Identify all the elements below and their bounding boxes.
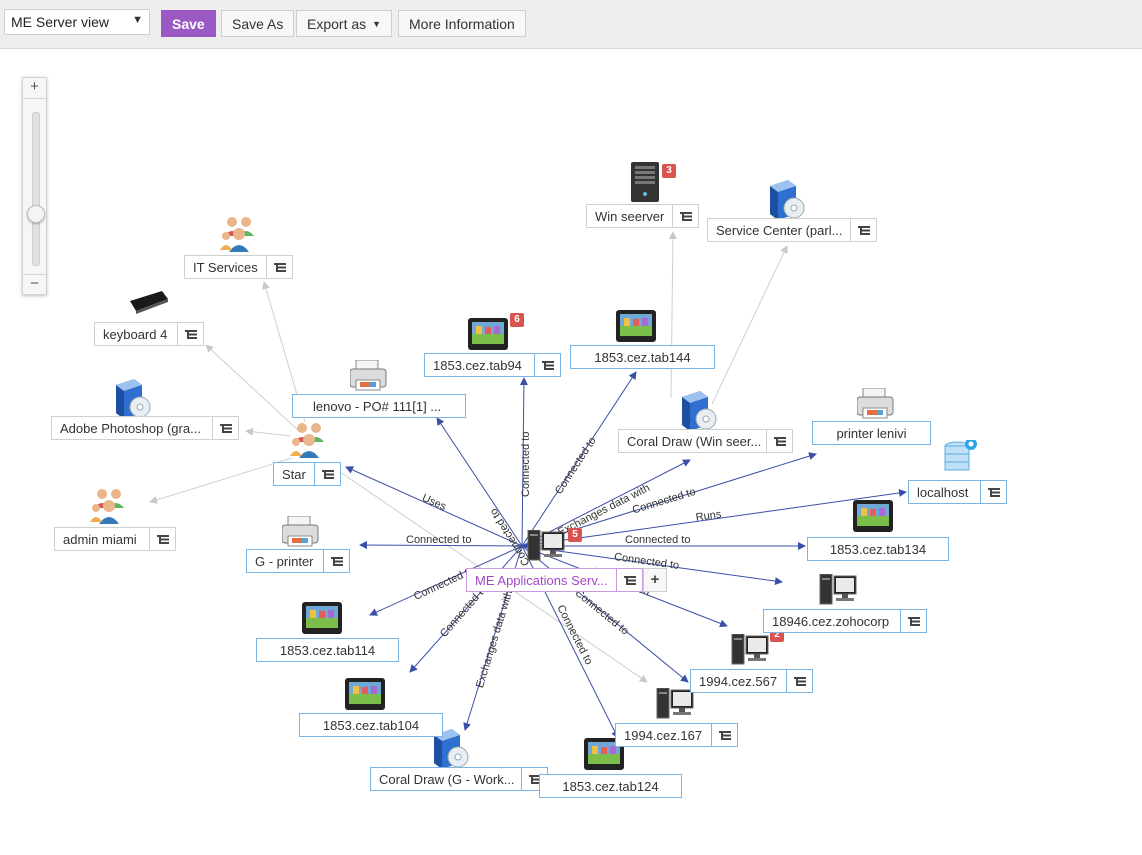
node-tab144[interactable]: 1853.cez.tab144 bbox=[570, 345, 715, 369]
user-group-icon[interactable] bbox=[90, 486, 130, 526]
tree-view-icon[interactable] bbox=[149, 528, 175, 550]
software-box-icon[interactable] bbox=[764, 178, 808, 222]
tree-view-icon[interactable] bbox=[212, 417, 238, 439]
node-label-text: ME Applications Serv... bbox=[475, 572, 608, 588]
node-me-applications-server[interactable]: ME Applications Serv... bbox=[466, 568, 643, 592]
node-label-text: keyboard 4 bbox=[103, 326, 168, 342]
keyboard-icon[interactable] bbox=[128, 289, 170, 317]
node-label-text: 1853.cez.tab124 bbox=[562, 778, 659, 794]
node-tab94[interactable]: 1853.cez.tab94 bbox=[424, 353, 561, 377]
tree-view-icon[interactable] bbox=[534, 354, 560, 376]
node-label-text: printer lenivi bbox=[836, 425, 907, 441]
desktop-computer-icon[interactable] bbox=[818, 574, 858, 606]
node-label-text: Service Center (parl... bbox=[716, 222, 843, 238]
alarm-badge: 5 bbox=[568, 528, 582, 542]
node-label-text: admin miami bbox=[63, 531, 137, 547]
desktop-computer-icon[interactable] bbox=[730, 634, 770, 666]
tree-view-icon[interactable] bbox=[266, 256, 292, 278]
tree-view-icon[interactable] bbox=[314, 463, 340, 485]
node-label-text: Coral Draw (G - Work... bbox=[379, 771, 515, 787]
node-adobe-photoshop[interactable]: Adobe Photoshop (gra... bbox=[51, 416, 239, 440]
node-label-text: IT Services bbox=[193, 259, 258, 275]
tree-view-icon[interactable] bbox=[616, 569, 642, 591]
user-group-icon[interactable] bbox=[290, 420, 330, 460]
database-gear-icon[interactable] bbox=[943, 440, 979, 478]
node-label-text: localhost bbox=[917, 484, 969, 500]
link-faint bbox=[668, 231, 677, 399]
tree-view-icon[interactable] bbox=[672, 205, 698, 227]
printer-icon[interactable] bbox=[857, 388, 897, 420]
link-faint bbox=[711, 245, 788, 405]
node-coral-draw-win[interactable]: Coral Draw (Win seer... bbox=[618, 429, 793, 453]
node-label-text: Coral Draw (Win seer... bbox=[627, 433, 762, 449]
node-tab124[interactable]: 1853.cez.tab124 bbox=[539, 774, 682, 798]
edge-label: Connected to bbox=[406, 534, 472, 546]
alarm-badge: 3 bbox=[662, 164, 676, 178]
tree-view-icon[interactable] bbox=[323, 550, 349, 572]
tablet-icon[interactable] bbox=[616, 310, 656, 342]
node-it-services[interactable]: IT Services bbox=[184, 255, 293, 279]
link-faint bbox=[245, 427, 291, 437]
tablet-icon[interactable] bbox=[468, 318, 508, 350]
node-label-text: 1853.cez.tab114 bbox=[279, 642, 376, 658]
node-label-text: 1994.cez.167 bbox=[624, 727, 703, 743]
node-label-text: 1853.cez.tab134 bbox=[829, 541, 927, 557]
node-printer-lenivi[interactable]: printer lenivi bbox=[812, 421, 931, 445]
alarm-badge: 6 bbox=[510, 313, 524, 327]
node-g-printer[interactable]: G - printer bbox=[246, 549, 350, 573]
expand-node-button[interactable]: + bbox=[643, 568, 667, 592]
tree-view-icon[interactable] bbox=[980, 481, 1006, 503]
node-tab134[interactable]: 1853.cez.tab134 bbox=[807, 537, 949, 561]
node-tab114[interactable]: 1853.cez.tab114 bbox=[256, 638, 399, 662]
tree-view-icon[interactable] bbox=[711, 724, 737, 746]
node-label-text: lenovo - PO# 111[1] ... bbox=[313, 398, 442, 414]
node-keyboard-4[interactable]: keyboard 4 bbox=[94, 322, 204, 346]
tree-view-icon[interactable] bbox=[177, 323, 203, 345]
node-star[interactable]: Star bbox=[273, 462, 341, 486]
node-coral-draw-g[interactable]: Coral Draw (G - Work... bbox=[370, 767, 548, 791]
node-label-text: 1853.cez.tab94 bbox=[433, 357, 522, 373]
tablet-icon[interactable] bbox=[345, 678, 385, 710]
node-admin-miami[interactable]: admin miami bbox=[54, 527, 176, 551]
printer-icon[interactable] bbox=[350, 360, 390, 392]
node-tab104[interactable]: 1853.cez.tab104 bbox=[299, 713, 443, 737]
node-service-center[interactable]: Service Center (parl... bbox=[707, 218, 877, 242]
tablet-icon[interactable] bbox=[853, 500, 893, 532]
node-label-text: 1853.cez.tab144 bbox=[594, 349, 691, 365]
desktop-computer-icon[interactable] bbox=[526, 530, 566, 562]
tree-view-icon[interactable] bbox=[850, 219, 876, 241]
desktop-computer-icon[interactable] bbox=[655, 688, 695, 720]
node-label-text: G - printer bbox=[255, 553, 314, 569]
user-group-icon[interactable] bbox=[220, 214, 260, 254]
node-lenovo[interactable]: lenovo - PO# 111[1] ... bbox=[292, 394, 466, 418]
software-box-icon[interactable] bbox=[676, 389, 720, 433]
node-label-text: Win seerver bbox=[595, 208, 665, 224]
server-tower-icon[interactable] bbox=[627, 162, 667, 204]
node-c567[interactable]: 1994.cez.567 bbox=[690, 669, 813, 693]
software-box-icon[interactable] bbox=[110, 377, 154, 421]
printer-icon[interactable] bbox=[282, 516, 322, 548]
tablet-icon[interactable] bbox=[302, 602, 342, 634]
link-faint bbox=[149, 457, 293, 504]
tree-view-icon[interactable] bbox=[786, 670, 812, 692]
tree-view-icon[interactable] bbox=[766, 430, 792, 452]
node-c167[interactable]: 1994.cez.167 bbox=[615, 723, 738, 747]
node-label-text: Star bbox=[282, 466, 306, 482]
node-label-text: 18946.cez.zohocorp bbox=[772, 613, 890, 629]
edge-label: Connected to bbox=[625, 534, 691, 546]
node-label-text: 1994.cez.567 bbox=[699, 673, 778, 689]
node-label-text: Adobe Photoshop (gra... bbox=[60, 420, 201, 436]
edge-label: Connected to bbox=[520, 431, 532, 497]
node-zohocorp[interactable]: 18946.cez.zohocorp bbox=[763, 609, 927, 633]
node-win-seerver[interactable]: Win seerver bbox=[586, 204, 699, 228]
node-localhost[interactable]: localhost bbox=[908, 480, 1007, 504]
tree-view-icon[interactable] bbox=[900, 610, 926, 632]
node-label-text: 1853.cez.tab104 bbox=[322, 717, 420, 733]
